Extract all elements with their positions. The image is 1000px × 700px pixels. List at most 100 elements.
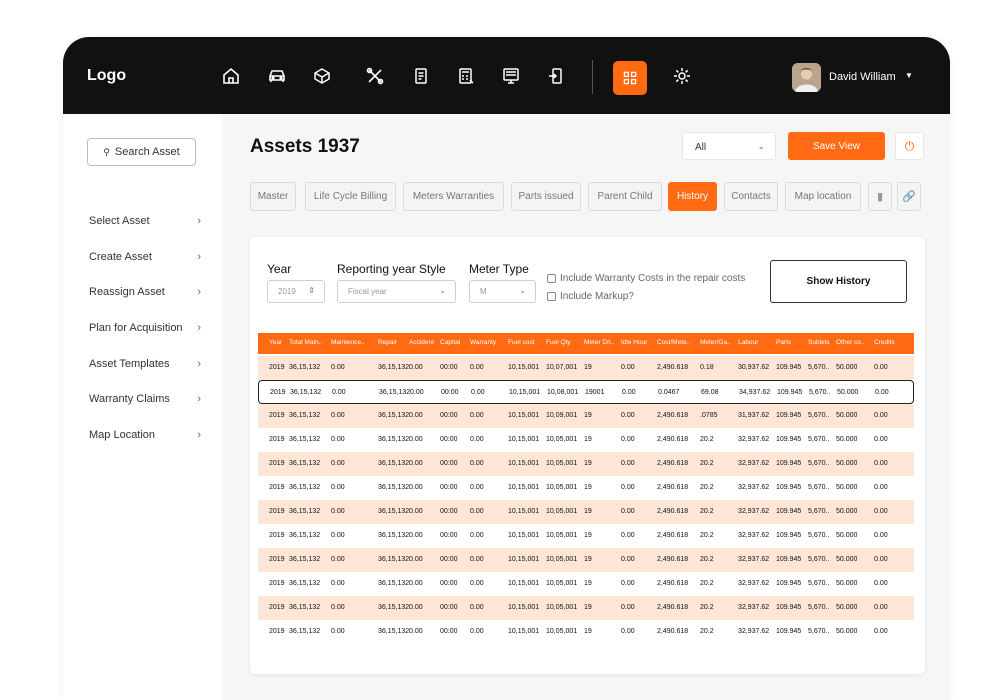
table-cell: 20.2 — [700, 604, 714, 611]
column-header[interactable]: Fuel cost — [508, 339, 534, 346]
table-cell: 0.00 — [470, 628, 484, 635]
table-row[interactable]: 2019 36,15,132 0.00 36,15,132 0.00 00:00 0.00 1… — [258, 404, 914, 428]
table-cell: 00:00 — [440, 412, 458, 419]
link-icon[interactable]: 🔗 — [897, 182, 921, 211]
table-cell: 5,670.. — [808, 628, 830, 635]
sidebar-item-asset-templates[interactable]: Asset Templates › — [89, 358, 201, 370]
table-cell: 50.000 — [836, 580, 858, 587]
table-row[interactable]: 2019 36,15,132 0.00 36,15,132 0.00 00:00 0.00 1… — [258, 380, 914, 404]
year-stepper[interactable]: 2019 ⇕ — [267, 280, 325, 303]
table-cell: 0.00 — [409, 580, 423, 587]
calculator-icon[interactable] — [455, 65, 477, 87]
table-row[interactable]: 2019 36,15,132 0.00 36,15,132 0.00 00:00 0.00 1… — [258, 500, 914, 524]
tools-icon[interactable] — [364, 65, 386, 87]
column-header[interactable]: Total Main.. — [289, 339, 322, 346]
sidebar-item-reassign-asset[interactable]: Reassign Asset › — [89, 286, 201, 298]
mobile-transfer-icon[interactable] — [545, 65, 567, 87]
table-row[interactable]: 2019 36,15,132 0.00 36,15,132 0.00 00:00 0.00 1… — [258, 572, 914, 596]
tab-map-location[interactable]: Map location — [785, 182, 861, 211]
tab-parent-child[interactable]: Parent Child — [588, 182, 662, 211]
search-asset-button[interactable]: ⚲ Search Asset — [87, 138, 196, 166]
table-cell: 36,15,132 — [289, 532, 321, 539]
settings-gear-icon[interactable] — [671, 65, 693, 87]
chevron-down-icon: ⌄ — [439, 286, 446, 295]
table-cell: 10,15,001 — [508, 364, 540, 371]
table-row[interactable]: 2019 36,15,132 0.00 36,15,132 0.00 00:00 0.00 1… — [258, 620, 914, 644]
table-row[interactable]: 2019 36,15,132 0.00 36,15,132 0.00 00:00 0.00 1… — [258, 548, 914, 572]
table-cell: 0.00 — [409, 628, 423, 635]
clipboard-icon[interactable] — [410, 65, 432, 87]
table-cell: 19 — [584, 436, 592, 443]
table-cell: 10,05,001 — [546, 436, 578, 443]
table-cell: 0.00 — [621, 484, 635, 491]
column-header[interactable]: Repair — [378, 339, 397, 346]
table-row[interactable]: 2019 36,15,132 0.00 36,15,132 0.00 00:00 0.00 1… — [258, 428, 914, 452]
avatar[interactable] — [792, 63, 821, 92]
column-header[interactable]: Meter Dri.. — [584, 339, 614, 346]
sidebar-item-warranty-claims[interactable]: Warranty Claims › — [89, 393, 201, 405]
cube-icon[interactable] — [311, 65, 333, 87]
column-header[interactable]: Maintence.. — [331, 339, 365, 346]
column-header[interactable]: Labour — [738, 339, 758, 346]
include-markup-checkbox-row[interactable]: Include Markup? — [547, 291, 634, 302]
table-row[interactable]: 2019 36,15,132 0.00 36,15,132 0.00 00:00 0.00 1… — [258, 596, 914, 620]
column-header[interactable]: Credits — [874, 339, 895, 346]
table-cell: 36,15,132 — [289, 508, 321, 515]
table-row[interactable]: 2019 36,15,132 0.00 36,15,132 0.00 00:00 0.00 1… — [258, 476, 914, 500]
table-cell: 0.00 — [621, 508, 635, 515]
include-markup-checkbox[interactable] — [547, 292, 556, 301]
sidebar-item-plan-for-acquisition[interactable]: Plan for Acquisition › — [89, 322, 201, 334]
grid-icon[interactable] — [613, 61, 647, 95]
column-header[interactable]: Warranty — [470, 339, 496, 346]
show-history-button[interactable]: Show History — [770, 260, 907, 303]
tab-master[interactable]: Master — [250, 182, 296, 211]
column-header[interactable]: Meter/Ga.. — [700, 339, 731, 346]
logo: Logo — [87, 67, 127, 84]
table-cell: 31,937.62 — [738, 412, 770, 419]
table-row[interactable]: 2019 36,15,132 0.00 36,15,132 0.00 00:00 0.00 1… — [258, 452, 914, 476]
column-header[interactable]: Accident — [409, 339, 434, 346]
chevron-down-icon[interactable]: ▼ — [905, 71, 913, 80]
column-header[interactable]: Idle Hour — [621, 339, 647, 346]
tab-parts-issued[interactable]: Parts issued — [511, 182, 581, 211]
table-cell: 109.945 — [776, 580, 802, 587]
home-icon[interactable] — [220, 65, 242, 87]
reporting-year-style-placeholder: Fiscal year — [348, 287, 387, 296]
refresh-icon[interactable]: ⏻ — [895, 132, 924, 160]
table-row[interactable]: 2019 36,15,132 0.00 36,15,132 0.00 00:00 0.00 1… — [258, 524, 914, 548]
table-cell: 10,15,001 — [508, 556, 540, 563]
sidebar-item-create-asset[interactable]: Create Asset › — [89, 251, 201, 263]
monitor-icon[interactable] — [500, 65, 522, 87]
table-cell: 0.00 — [470, 532, 484, 539]
table-cell: 19 — [584, 484, 592, 491]
column-header[interactable]: Cost/Mete.. — [657, 339, 690, 346]
table-cell: 0.00 — [331, 460, 345, 467]
car-icon[interactable] — [266, 65, 288, 87]
table-cell: 0.00 — [874, 364, 888, 371]
tab-meters-warranties[interactable]: Meters Warranties — [403, 182, 504, 211]
reporting-year-style-select[interactable]: Fiscal year ⌄ — [337, 280, 456, 303]
table-cell: 2,490.618 — [657, 484, 689, 491]
sidebar-item-select-asset[interactable]: Select Asset › — [89, 215, 201, 227]
include-warranty-checkbox[interactable] — [547, 274, 556, 283]
document-icon[interactable]: ▮ — [868, 182, 892, 211]
column-header[interactable]: Sublets — [808, 339, 830, 346]
filter-select[interactable]: All ⌄ — [682, 132, 776, 160]
column-header[interactable]: Parts — [776, 339, 791, 346]
save-view-button[interactable]: Save View — [788, 132, 885, 160]
user-name[interactable]: David William — [829, 71, 896, 83]
column-header[interactable]: Other co.. — [836, 339, 865, 346]
column-header[interactable]: Fuel Qty — [546, 339, 571, 346]
column-header[interactable]: Capital — [440, 339, 460, 346]
column-header[interactable]: Year — [269, 339, 282, 346]
tab-history[interactable]: History — [668, 182, 717, 211]
sidebar-item-map-location[interactable]: Map Location › — [89, 429, 201, 441]
meter-type-select[interactable]: M ⌄ — [469, 280, 536, 303]
table-cell: 5,670.. — [808, 580, 830, 587]
include-warranty-checkbox-row[interactable]: Include Warranty Costs in the repair cos… — [547, 273, 745, 284]
tab-contacts[interactable]: Contacts — [724, 182, 778, 211]
table-cell: 36,15,132 — [289, 484, 321, 491]
table-row[interactable]: 2019 36,15,132 0.00 36,15,132 0.00 00:00 0.00 1… — [258, 356, 914, 380]
tab-life-cycle-billing[interactable]: Life Cycle Billing — [305, 182, 396, 211]
table-cell: 36,15,132 — [378, 508, 410, 515]
